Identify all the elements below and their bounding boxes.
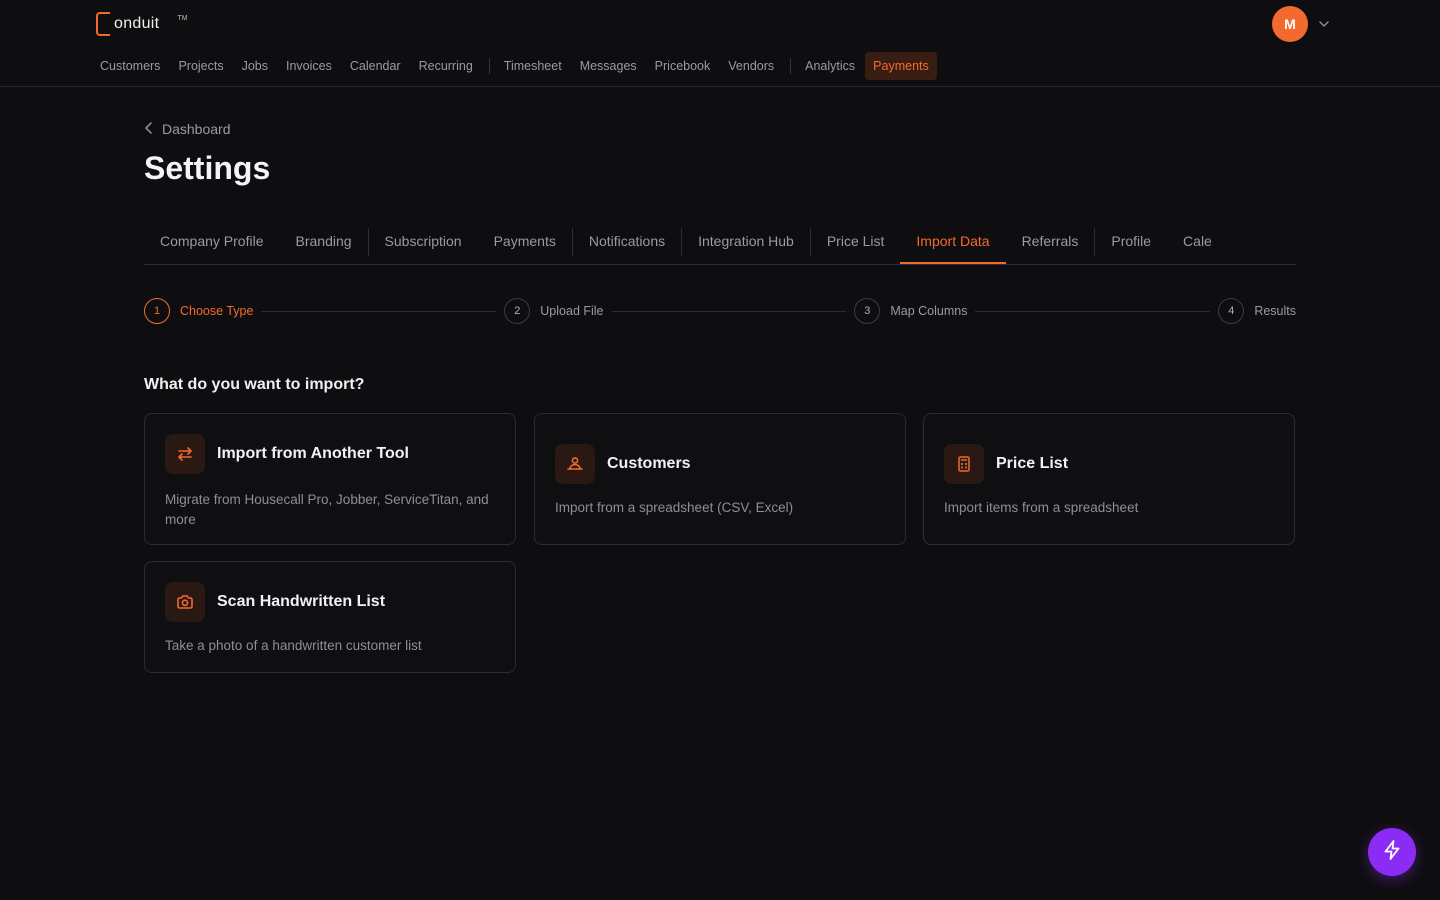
step-label: Upload File xyxy=(540,304,604,318)
import-card-another-tool[interactable]: Import from Another Tool Migrate from Ho… xyxy=(144,413,516,545)
step-connector xyxy=(975,310,1211,312)
step-number: 4 xyxy=(1218,298,1245,324)
step-map-columns: 3 Map Columns xyxy=(854,298,967,324)
nav-recurring[interactable]: Recurring xyxy=(411,52,481,80)
tab-referrals[interactable]: Referrals xyxy=(1006,220,1095,264)
nav-invoices[interactable]: Invoices xyxy=(278,52,340,80)
nav-messages[interactable]: Messages xyxy=(572,52,645,80)
tab-notifications[interactable]: Notifications xyxy=(573,220,681,264)
import-stepper: 1 Choose Type 2 Upload File 3 Map Column… xyxy=(144,296,1296,326)
quick-action-button[interactable] xyxy=(1368,828,1416,876)
step-label: Choose Type xyxy=(180,304,254,318)
calculator-icon xyxy=(944,444,984,484)
top-bar: onduit TM M Customers Projects Jobs Invo… xyxy=(0,0,1440,87)
import-card-scan-handwritten[interactable]: Scan Handwritten List Take a photo of a … xyxy=(144,561,516,673)
card-description: Import items from a spreadsheet xyxy=(944,500,1139,515)
card-title: Import from Another Tool xyxy=(217,445,409,462)
step-number: 3 xyxy=(854,298,881,324)
chevron-left-icon xyxy=(144,121,162,137)
step-choose-type: 1 Choose Type xyxy=(144,298,253,324)
step-connector xyxy=(261,310,497,312)
tab-subscription[interactable]: Subscription xyxy=(369,220,478,264)
nav-divider xyxy=(790,58,792,74)
nav-timesheet[interactable]: Timesheet xyxy=(496,52,570,80)
tab-profile[interactable]: Profile xyxy=(1095,220,1167,264)
nav-pricebook[interactable]: Pricebook xyxy=(647,52,719,80)
main-nav: Customers Projects Jobs Invoices Calenda… xyxy=(92,52,939,80)
user-avatar[interactable]: M xyxy=(1272,6,1308,42)
card-title: Price List xyxy=(996,455,1069,472)
nav-jobs[interactable]: Jobs xyxy=(234,52,276,80)
chevron-down-icon[interactable] xyxy=(1317,17,1331,36)
settings-tabs: Company Profile Branding Subscription Pa… xyxy=(144,220,1296,265)
breadcrumb[interactable]: Dashboard xyxy=(144,121,231,137)
nav-analytics[interactable]: Analytics xyxy=(797,52,863,80)
logo-mark-icon xyxy=(96,12,110,36)
card-title: Scan Handwritten List xyxy=(217,593,386,610)
camera-icon xyxy=(165,582,205,622)
card-description: Import from a spreadsheet (CSV, Excel) xyxy=(555,500,794,515)
nav-customers[interactable]: Customers xyxy=(92,52,168,80)
import-card-customers[interactable]: Customers Import from a spreadsheet (CSV… xyxy=(534,413,906,545)
brand-logo[interactable]: onduit TM xyxy=(96,12,188,36)
step-label: Results xyxy=(1254,304,1297,318)
card-title: Customers xyxy=(607,455,691,472)
nav-projects[interactable]: Projects xyxy=(170,52,231,80)
brand-name: onduit xyxy=(114,15,160,32)
tab-price-list[interactable]: Price List xyxy=(811,220,901,264)
step-results: 4 Results xyxy=(1218,298,1296,324)
step-upload-file: 2 Upload File xyxy=(504,298,604,324)
users-icon xyxy=(555,444,595,484)
step-number: 1 xyxy=(144,298,170,324)
step-label: Map Columns xyxy=(890,304,968,318)
swap-arrows-icon xyxy=(165,434,205,474)
brand-trademark: TM xyxy=(177,14,188,22)
card-description: Take a photo of a handwritten customer l… xyxy=(165,638,422,653)
tab-branding[interactable]: Branding xyxy=(280,220,368,264)
import-card-price-list[interactable]: Price List Import items from a spreadshe… xyxy=(923,413,1295,545)
card-description: Migrate from Housecall Pro, Jobber, Serv… xyxy=(165,492,489,527)
nav-calendar[interactable]: Calendar xyxy=(342,52,409,80)
nav-payments[interactable]: Payments xyxy=(865,52,937,80)
tab-calendar[interactable]: Cale xyxy=(1167,220,1228,264)
import-question: What do you want to import? xyxy=(144,376,365,393)
breadcrumb-dashboard[interactable]: Dashboard xyxy=(162,121,231,137)
tab-import-data[interactable]: Import Data xyxy=(900,220,1006,264)
tab-company-profile[interactable]: Company Profile xyxy=(144,220,280,264)
page-title: Settings xyxy=(144,150,271,186)
lightning-bolt-icon xyxy=(1381,839,1403,866)
nav-vendors[interactable]: Vendors xyxy=(720,52,782,80)
step-number: 2 xyxy=(504,298,531,324)
tab-payments[interactable]: Payments xyxy=(478,220,572,264)
nav-divider xyxy=(488,58,490,74)
tab-integration-hub[interactable]: Integration Hub xyxy=(682,220,810,264)
step-connector xyxy=(611,310,847,312)
